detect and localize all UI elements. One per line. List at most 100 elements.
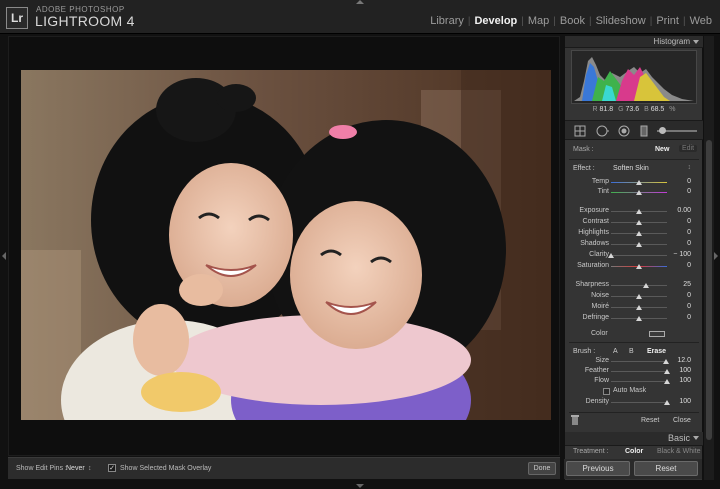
adjustment-brush-knob[interactable] <box>659 127 666 134</box>
slider-track[interactable] <box>611 316 667 321</box>
slider-track[interactable] <box>611 400 670 405</box>
slider-knob[interactable] <box>608 253 614 258</box>
slider-value[interactable]: 0 <box>687 240 691 247</box>
trash-icon[interactable] <box>571 415 579 425</box>
slider-track[interactable] <box>611 369 670 374</box>
slider-knob[interactable] <box>664 400 670 405</box>
slider-label: Flow <box>594 377 609 384</box>
slider-value[interactable]: 0 <box>687 303 691 310</box>
slider-knob[interactable] <box>636 294 642 299</box>
module-slideshow[interactable]: Slideshow <box>592 15 650 27</box>
photo-preview[interactable] <box>21 70 551 420</box>
color-swatch[interactable] <box>649 331 665 337</box>
crop-icon[interactable] <box>573 124 587 138</box>
slider-label: Density <box>585 398 609 405</box>
slider-value[interactable]: 25 <box>683 281 691 288</box>
red-eye-icon[interactable] <box>617 124 631 138</box>
slider-value[interactable]: 0 <box>687 218 691 225</box>
collapse-triangle-icon[interactable] <box>693 40 699 44</box>
brush-b-button[interactable]: B <box>629 348 634 355</box>
spot-removal-icon[interactable] <box>595 124 609 138</box>
slider-knob[interactable] <box>636 190 642 195</box>
slider-value[interactable]: 0 <box>687 229 691 236</box>
module-book[interactable]: Book <box>556 15 589 27</box>
slider-value[interactable]: 0.00 <box>677 207 691 214</box>
effect-dropdown[interactable]: Soften Skin <box>613 165 649 172</box>
auto-mask-label: Auto Mask <box>613 387 647 394</box>
slider-label: Feather <box>584 367 609 374</box>
chevron-updown-icon[interactable]: ↕ <box>688 164 692 171</box>
slider-knob[interactable] <box>636 220 642 225</box>
slider-knob[interactable] <box>636 209 642 214</box>
slider-track[interactable] <box>611 305 667 310</box>
mask-overlay-checkbox[interactable]: ✓ <box>108 464 116 472</box>
slider-value[interactable]: 0 <box>687 314 691 321</box>
slider-label: Size <box>595 357 609 364</box>
slider-value[interactable]: 100 <box>679 398 691 405</box>
slider-knob[interactable] <box>664 369 670 374</box>
slider-value[interactable]: 0 <box>687 188 691 195</box>
edit-pins-dropdown[interactable]: Never <box>66 465 85 472</box>
filmstrip-toggle-icon[interactable] <box>356 484 364 488</box>
slider-track[interactable] <box>611 220 667 225</box>
slider-track[interactable] <box>608 253 667 258</box>
brush-erase-button[interactable]: Erase <box>647 348 666 355</box>
image-canvas[interactable] <box>8 36 560 456</box>
adjustment-brush-slider[interactable] <box>657 127 697 134</box>
module-library[interactable]: Library <box>426 15 468 27</box>
slider-knob[interactable] <box>636 242 642 247</box>
slider-value[interactable]: 100 <box>679 367 691 374</box>
histogram-graph[interactable] <box>571 50 697 104</box>
previous-button[interactable]: Previous <box>566 461 630 476</box>
slider-value[interactable]: 100 <box>679 377 691 384</box>
slider-value[interactable]: 0 <box>687 262 691 269</box>
slider-knob[interactable] <box>636 180 642 185</box>
slider-knob[interactable] <box>642 283 649 288</box>
module-develop[interactable]: Develop <box>470 15 521 27</box>
module-print[interactable]: Print <box>652 15 683 27</box>
slider-track[interactable] <box>611 190 667 195</box>
slider-track[interactable] <box>611 209 667 214</box>
panel-reset-button[interactable]: Reset <box>641 417 659 424</box>
slider-track[interactable] <box>611 359 669 364</box>
left-panel-toggle-icon[interactable] <box>2 252 6 260</box>
slider-knob[interactable] <box>636 264 642 269</box>
slider-knob[interactable] <box>636 316 642 321</box>
brush-a-button[interactable]: A <box>613 348 618 355</box>
slider-knob[interactable] <box>636 231 642 236</box>
graduated-filter-icon[interactable] <box>637 124 651 138</box>
chevron-updown-icon[interactable]: ↕ <box>88 465 92 472</box>
scrollbar-thumb[interactable] <box>706 140 712 440</box>
collapse-triangle-icon[interactable] <box>693 436 699 440</box>
treatment-bw-button[interactable]: Black & White <box>657 448 701 455</box>
slider-value[interactable]: − 100 <box>673 251 691 258</box>
slider-track[interactable] <box>611 283 667 288</box>
done-button[interactable]: Done <box>528 462 556 475</box>
slider-track[interactable] <box>611 294 667 299</box>
right-panel: Histogram R 81.8 G 73.6 B 68.5 % Mask: … <box>564 36 703 480</box>
right-panel-scrollbar[interactable] <box>704 36 714 480</box>
slider-value[interactable]: 0 <box>687 292 691 299</box>
mask-edit-button[interactable]: Edit <box>679 145 698 152</box>
slider-track[interactable] <box>611 379 670 384</box>
slider-track[interactable] <box>611 180 667 185</box>
slider-knob[interactable] <box>636 305 642 310</box>
panel-close-button[interactable]: Close <box>673 417 691 424</box>
slider-value[interactable]: 12.0 <box>677 357 691 364</box>
right-panel-toggle-icon[interactable] <box>714 252 718 260</box>
histogram-header[interactable]: Histogram <box>565 36 703 48</box>
mask-new-button[interactable]: New <box>655 146 669 153</box>
module-web[interactable]: Web <box>686 15 716 27</box>
reset-button[interactable]: Reset <box>634 461 698 476</box>
treatment-color-button[interactable]: Color <box>625 448 643 455</box>
slider-value[interactable]: 0 <box>687 178 691 185</box>
slider-knob[interactable] <box>664 379 670 384</box>
module-map[interactable]: Map <box>524 15 553 27</box>
auto-mask-checkbox[interactable] <box>603 388 610 395</box>
slider-track[interactable] <box>611 242 667 247</box>
basic-header[interactable]: Basic <box>565 432 703 446</box>
top-panel-toggle-icon[interactable] <box>356 0 364 4</box>
slider-track[interactable] <box>611 264 667 269</box>
slider-track[interactable] <box>611 231 667 236</box>
slider-knob[interactable] <box>662 359 669 364</box>
